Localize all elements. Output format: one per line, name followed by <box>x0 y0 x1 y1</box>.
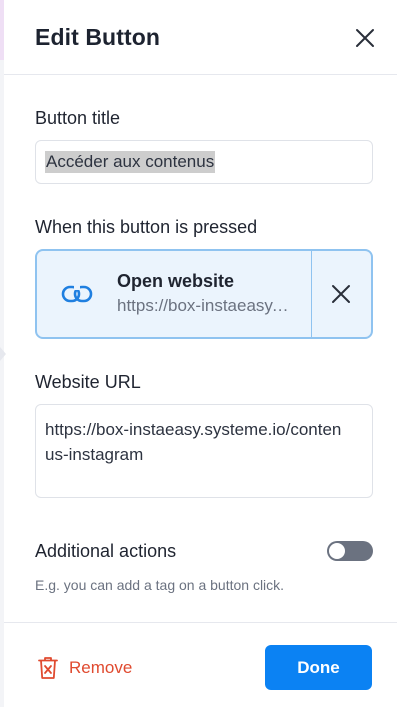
remove-action-button[interactable] <box>312 251 371 337</box>
panel-edge-notch <box>0 347 6 361</box>
close-button[interactable] <box>353 26 377 50</box>
close-icon <box>356 29 374 47</box>
website-url-label: Website URL <box>35 372 141 392</box>
panel-title: Edit Button <box>35 24 161 50</box>
link-icon <box>61 285 93 303</box>
additional-actions-toggle[interactable] <box>327 541 373 561</box>
website-url-value: https://box-instaeasy.systeme.io/contenu… <box>45 420 342 464</box>
website-url-input[interactable]: https://box-instaeasy.systeme.io/contenu… <box>35 404 373 498</box>
toggle-knob <box>329 543 345 559</box>
remove-button[interactable]: Remove <box>38 655 148 681</box>
button-title-input[interactable]: Accéder aux contenus <box>35 140 373 184</box>
action-url-preview: https://box-instaeasy.systeme.io/contenu… <box>117 296 292 315</box>
panel-header: Edit Button <box>4 0 397 75</box>
button-title-value: Accéder aux contenus <box>45 151 216 173</box>
additional-actions-label: Additional actions <box>35 541 177 561</box>
footer-divider <box>4 622 397 623</box>
action-label: When this button is pressed <box>35 217 258 237</box>
action-card[interactable]: Open website https://box-instaeasy.syste… <box>35 249 373 339</box>
remove-label: Remove <box>69 658 133 677</box>
additional-actions-hint: E.g. you can add a tag on a button click… <box>35 577 285 593</box>
action-title: Open website <box>117 271 235 291</box>
done-button[interactable]: Done <box>265 645 372 690</box>
close-icon <box>332 285 350 303</box>
trash-icon <box>38 657 58 679</box>
button-title-label: Button title <box>35 108 121 128</box>
